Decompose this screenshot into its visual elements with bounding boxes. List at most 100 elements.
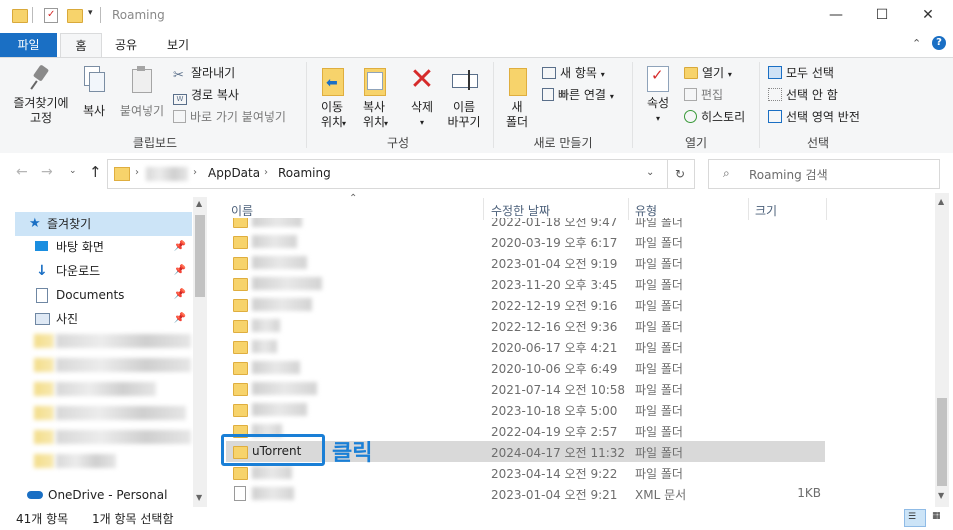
chevron-right-icon: › xyxy=(264,167,268,178)
row-type: 파일 폴더 xyxy=(635,446,683,460)
select-none-button[interactable]: 선택 안 함 xyxy=(768,86,838,103)
divider xyxy=(759,62,760,148)
paste-button[interactable]: 붙여넣기 xyxy=(116,66,168,119)
delete-button[interactable]: ✕ 삭제 ▾ xyxy=(404,65,440,130)
collapse-ribbon-icon[interactable]: ⌃ xyxy=(912,37,921,50)
properties-quick-icon[interactable]: ✓ xyxy=(44,8,58,23)
quick-access-dropdown-icon[interactable]: ▾ xyxy=(88,8,93,18)
edit-label: 편집 xyxy=(701,88,724,102)
search-placeholder: Roaming 검색 xyxy=(749,168,828,182)
row-type: 파일 폴더 xyxy=(635,425,683,439)
file-list-scroll-thumb[interactable] xyxy=(937,398,947,486)
invert-selection-button[interactable]: 선택 영역 반전 xyxy=(768,108,860,125)
up-button[interactable]: ↑ xyxy=(89,163,102,181)
column-header-name[interactable]: 이름 xyxy=(231,202,253,219)
select-all-button[interactable]: 모두 선택 xyxy=(768,64,834,81)
easy-access-button[interactable]: 빠른 연결 ▾ xyxy=(542,86,614,103)
table-row[interactable]: 2023-10-18 오후 5:00 파일 폴더 xyxy=(226,399,825,420)
back-button[interactable]: ← xyxy=(16,164,28,180)
scroll-down-arrow-icon[interactable]: ▼ xyxy=(938,491,944,500)
delete-dropdown-icon[interactable]: ▾ xyxy=(404,115,440,130)
row-date: 2023-01-04 오전 9:21 xyxy=(491,488,618,502)
breadcrumb-roaming[interactable]: Roaming xyxy=(278,166,331,180)
recent-locations-dropdown-icon[interactable]: ⌄ xyxy=(69,166,77,176)
properties-dropdown-icon[interactable]: ▾ xyxy=(638,111,678,126)
large-icons-view-button[interactable]: ▦ xyxy=(929,509,947,525)
column-header-size[interactable]: 크기 xyxy=(755,202,777,219)
row-date: 2022-12-16 오전 9:36 xyxy=(491,320,618,334)
table-row[interactable]: 2020-06-17 오후 4:21 파일 폴더 xyxy=(226,336,825,357)
minimize-button[interactable]: — xyxy=(813,0,859,31)
divider xyxy=(493,62,494,148)
redacted-file-name xyxy=(252,466,292,479)
details-view-button[interactable]: ☰ xyxy=(904,509,926,527)
divider xyxy=(100,7,101,23)
row-type: 파일 폴더 xyxy=(635,257,683,271)
divider xyxy=(826,198,827,220)
edit-button[interactable]: 편집 xyxy=(684,86,723,103)
row-date: 2023-04-14 오전 9:22 xyxy=(491,467,618,481)
new-folder-quick-icon[interactable] xyxy=(67,9,83,23)
scroll-up-arrow-icon[interactable]: ▲ xyxy=(938,197,944,206)
table-row[interactable]: 2023-01-04 오전 9:21 XML 문서 1KB xyxy=(226,483,825,504)
redacted-file-name xyxy=(252,256,307,269)
row-type: 파일 폴더 xyxy=(635,299,683,313)
paste-shortcut-button[interactable]: 바로 가기 붙여넣기 xyxy=(173,108,286,125)
copy-path-button[interactable]: W 경로 복사 xyxy=(173,86,239,105)
table-row[interactable]: 2021-07-14 오전 10:58 파일 폴더 xyxy=(226,378,825,399)
copy-button[interactable]: 복사 xyxy=(78,66,110,119)
maximize-button[interactable]: ☐ xyxy=(859,0,905,31)
copy-icon xyxy=(84,66,105,92)
row-date: 2024-04-17 오전 11:32 xyxy=(491,446,626,460)
tab-file[interactable]: 파일 xyxy=(0,33,57,57)
folder-icon xyxy=(114,167,130,181)
search-box[interactable]: ⌕ Roaming 검색 xyxy=(708,159,940,189)
table-row[interactable]: 2022-12-16 오전 9:36 파일 폴더 xyxy=(226,315,825,336)
column-header-type[interactable]: 유형 xyxy=(635,202,657,219)
new-item-button[interactable]: 새 항목 ▾ xyxy=(542,64,605,81)
new-item-dropdown-icon[interactable]: ▾ xyxy=(601,70,605,79)
table-row[interactable]: 2023-11-20 오후 3:45 파일 폴더 xyxy=(226,273,825,294)
scroll-up-arrow-icon[interactable]: ▲ xyxy=(196,199,202,208)
scissors-icon: ✂ xyxy=(173,68,184,83)
search-icon: ⌕ xyxy=(723,166,730,180)
refresh-button[interactable]: ↻ xyxy=(666,159,695,189)
row-size: 1KB xyxy=(797,486,821,500)
tab-home[interactable]: 홈 xyxy=(60,33,102,58)
row-date: 2020-03-19 오후 6:17 xyxy=(491,236,618,250)
help-icon[interactable]: ? xyxy=(932,36,946,50)
xml-file-icon xyxy=(234,486,246,501)
new-folder-label: 새 폴더 xyxy=(505,100,529,129)
cut-button[interactable]: ✂ 잘라내기 xyxy=(173,64,235,82)
chevron-right-icon: › xyxy=(135,167,139,178)
invert-selection-label: 선택 영역 반전 xyxy=(786,110,860,124)
easy-access-dropdown-icon[interactable]: ▾ xyxy=(610,92,614,101)
rename-button[interactable]: 이름 바꾸기 xyxy=(444,66,484,130)
close-button[interactable]: ✕ xyxy=(905,0,951,31)
table-row[interactable]: 2023-01-04 오전 9:19 파일 폴더 xyxy=(226,252,825,273)
new-folder-button[interactable]: 새 폴더 xyxy=(499,66,535,130)
address-bar[interactable]: › › AppData › Roaming ⌄ xyxy=(107,159,668,189)
pin-to-quick-access-button[interactable]: 즐겨찾기에 고정 xyxy=(6,64,76,126)
open-button[interactable]: 열기 ▾ xyxy=(684,64,732,81)
organize-group-label: 구성 xyxy=(386,136,410,150)
address-dropdown-icon[interactable]: ⌄ xyxy=(646,167,654,178)
move-to-dropdown-icon[interactable]: ▾ xyxy=(342,119,346,128)
open-dropdown-icon[interactable]: ▾ xyxy=(728,70,732,79)
cut-label: 잘라내기 xyxy=(191,66,236,80)
tab-view[interactable]: 보기 xyxy=(158,33,198,57)
table-row[interactable]: 2020-10-06 오후 6:49 파일 폴더 xyxy=(226,357,825,378)
row-date: 2023-10-18 오후 5:00 xyxy=(491,404,618,418)
new-folder-icon xyxy=(507,66,527,96)
column-header-date[interactable]: 수정한 날짜 xyxy=(491,202,550,219)
breadcrumb-appdata[interactable]: AppData xyxy=(208,166,260,180)
tab-share[interactable]: 공유 xyxy=(108,33,144,57)
properties-button[interactable]: ✓ 속성 ▾ xyxy=(638,66,678,126)
copy-to-dropdown-icon[interactable]: ▾ xyxy=(384,119,388,128)
file-list-scrollbar[interactable]: ▲ ▼ xyxy=(935,193,949,507)
table-row[interactable]: 2020-03-19 오후 6:17 파일 폴더 xyxy=(226,231,825,252)
table-row[interactable]: 2022-12-19 오전 9:16 파일 폴더 xyxy=(226,294,825,315)
copy-path-label: 경로 복사 xyxy=(191,88,239,102)
history-button[interactable]: 히스토리 xyxy=(684,108,745,125)
forward-button[interactable]: → xyxy=(41,164,53,180)
